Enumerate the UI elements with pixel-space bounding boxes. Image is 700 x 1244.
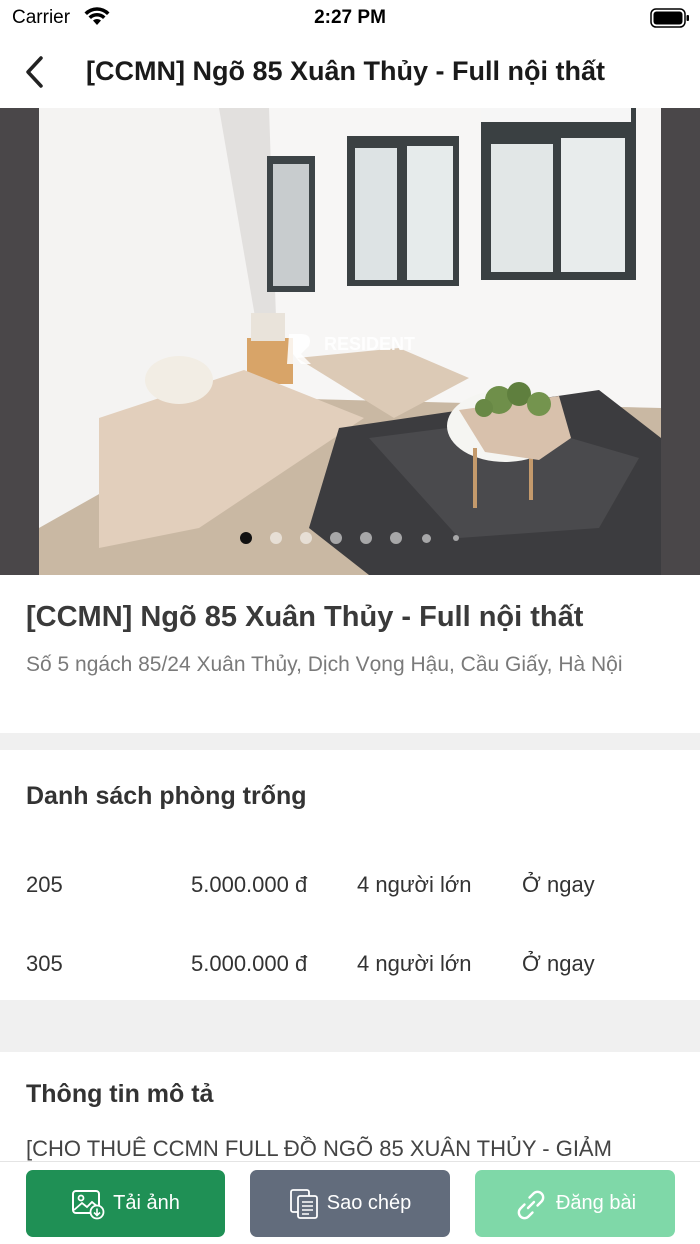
chevron-left-icon <box>26 56 43 88</box>
bottom-action-bar: Tải ảnh Sao chép Đăng bài <box>0 1161 700 1244</box>
pagination-dots <box>0 530 700 546</box>
clock: 2:27 PM <box>314 7 386 28</box>
photo-gallery[interactable]: RESIDENT <box>0 108 700 575</box>
copy-label: Sao chép <box>326 1192 412 1214</box>
room-availability: Ở ngay <box>522 872 595 897</box>
image-download-icon <box>71 1188 105 1220</box>
pagination-dot[interactable] <box>390 532 402 544</box>
room-availability: Ở ngay <box>522 951 595 976</box>
room-row[interactable]: 305 5.000.000 đ 4 người lớn Ở ngay <box>0 943 700 983</box>
navigation-bar: [CCMN] Ngõ 85 Xuân Thủy - Full nội thất <box>0 36 700 108</box>
post-label: Đăng bài <box>555 1192 637 1214</box>
description-heading: Thông tin mô tả <box>26 1080 214 1108</box>
pagination-dot[interactable] <box>453 535 459 541</box>
watermark-text: RESIDENT <box>324 334 415 354</box>
pagination-dot[interactable] <box>300 532 312 544</box>
listing-name: [CCMN] Ngõ 85 Xuân Thủy - Full nội thất <box>26 601 584 633</box>
room-row[interactable]: 205 5.000.000 đ 4 người lớn Ở ngay <box>0 864 700 904</box>
page-title: [CCMN] Ngõ 85 Xuân Thủy - Full nội thất <box>86 56 605 86</box>
pagination-dot[interactable] <box>360 532 372 544</box>
room-capacity: 4 người lớn <box>357 951 472 976</box>
download-images-label: Tải ảnh <box>113 1192 180 1214</box>
room-price: 5.000.000 đ <box>191 951 308 976</box>
copy-button[interactable]: Sao chép <box>250 1170 450 1237</box>
pagination-dot[interactable] <box>421 533 431 543</box>
available-rooms-section: Danh sách phòng trống 205 5.000.000 đ 4 … <box>0 750 700 1000</box>
room-price: 5.000.000 đ <box>191 872 308 897</box>
pagination-dot[interactable] <box>330 532 342 544</box>
battery-icon <box>650 8 690 33</box>
room-capacity: 4 người lớn <box>357 872 472 897</box>
room-photo: RESIDENT <box>39 108 661 575</box>
description-text: [CHO THUÊ CCMN FULL ĐỒ NGÕ 85 XUÂN THỦY … <box>26 1136 612 1161</box>
room-number: 205 <box>26 872 63 897</box>
rooms-heading: Danh sách phòng trống <box>26 782 307 810</box>
listing-address: Số 5 ngách 85/24 Xuân Thủy, Dịch Vọng Hậ… <box>26 653 623 676</box>
pagination-dot[interactable] <box>270 532 282 544</box>
section-divider <box>0 1000 700 1052</box>
room-number: 305 <box>26 951 63 976</box>
pagination-dot[interactable] <box>240 532 252 544</box>
status-bar: Carrier 2:27 PM <box>0 0 700 36</box>
listing-info: [CCMN] Ngõ 85 Xuân Thủy - Full nội thất … <box>0 575 700 733</box>
download-images-button[interactable]: Tải ảnh <box>26 1170 225 1237</box>
copy-icon <box>289 1188 319 1220</box>
section-divider <box>0 733 700 750</box>
link-icon <box>514 1188 548 1220</box>
back-button[interactable] <box>14 50 54 94</box>
post-button[interactable]: Đăng bài <box>475 1170 675 1237</box>
